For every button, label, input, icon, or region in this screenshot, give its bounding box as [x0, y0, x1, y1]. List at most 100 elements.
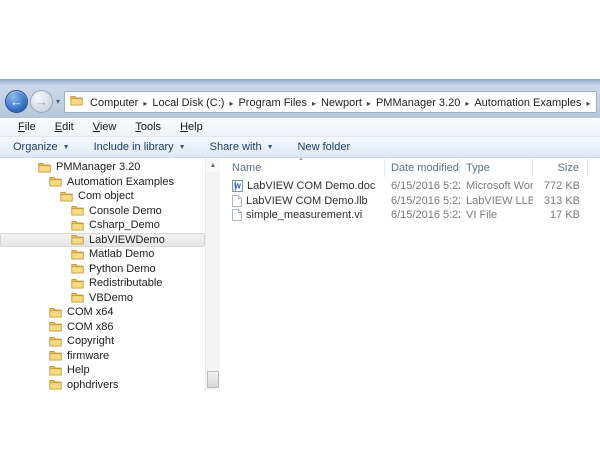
address-folder-icon: [70, 93, 83, 111]
file-date-modified: 6/15/2016 5:22 ...: [385, 209, 460, 221]
toolbar-new-folder-button[interactable]: New folder: [298, 141, 351, 153]
tree-item-label: Python Demo: [89, 263, 156, 275]
column-header-name[interactable]: Name: [230, 159, 385, 176]
tree-item-pmmanager-3-20[interactable]: PMManager 3.20: [0, 160, 205, 175]
tree-item-label: Copyright: [67, 335, 114, 347]
file-name-label: simple_measurement.vi: [246, 209, 362, 221]
tree-item-labviewdemo[interactable]: LabVIEWDemo: [0, 233, 205, 248]
word-document-icon: W: [232, 180, 243, 192]
file-row-labview-com-demo-doc[interactable]: WLabVIEW COM Demo.doc6/15/2016 5:22 ...M…: [230, 179, 600, 194]
file-name: W LabVIEW COM Demo.doc: [230, 180, 385, 192]
scroll-up-arrow-icon[interactable]: ▲: [206, 158, 220, 172]
breadcrumb: Computer▸Local Disk (C:)▸Program Files▸N…: [86, 93, 597, 111]
folder-icon: [71, 292, 84, 303]
folder-icon: [70, 93, 83, 111]
file-icon: [232, 209, 242, 221]
tree-item-label: Redistributable: [89, 277, 162, 289]
file-list-panel: ▲ Name Date modified Type Size WLabVIEW …: [220, 158, 600, 390]
tree-item-vbdemo[interactable]: VBDemo: [0, 291, 205, 306]
folder-icon: [71, 205, 84, 216]
tree-item-com-x86[interactable]: COM x86: [0, 320, 205, 335]
toolbar-include-in-library-button[interactable]: Include in library▼: [94, 141, 186, 153]
tree-item-label: PMManager 3.20: [56, 161, 140, 173]
menu-bar: FileEditViewToolsHelp: [0, 118, 600, 137]
tree-item-redistributable[interactable]: Redistributable: [0, 276, 205, 291]
folder-icon: [49, 379, 62, 390]
scrollbar-thumb[interactable]: [207, 371, 219, 388]
menu-file[interactable]: File: [9, 121, 46, 133]
menu-edit[interactable]: Edit: [46, 121, 84, 133]
forward-button[interactable]: →: [30, 90, 53, 113]
tree-item-console-demo[interactable]: Console Demo: [0, 204, 205, 219]
tree-item-help[interactable]: Help: [0, 363, 205, 378]
file-type: VI File: [460, 209, 533, 221]
breadcrumb-segment-com-object[interactable]: Com object: [591, 97, 597, 109]
tree-item-label: Csharp_Demo: [89, 219, 160, 231]
dropdown-caret-icon: ▼: [267, 144, 274, 151]
navigation-bar: ← → ▾ Computer▸Local Disk (C:)▸Program F…: [0, 85, 600, 118]
breadcrumb-segment-pmmanager-3-20[interactable]: PMManager 3.20: [372, 97, 464, 109]
menu-tools[interactable]: Tools: [126, 121, 171, 133]
dropdown-caret-icon: ▼: [63, 144, 70, 151]
tree-item-label: Console Demo: [89, 205, 162, 217]
file-list-header: ▲ Name Date modified Type Size: [230, 159, 600, 176]
file-name-label: LabVIEW COM Demo.doc: [247, 180, 375, 192]
breadcrumb-segment-computer[interactable]: Computer: [86, 97, 142, 109]
breadcrumb-segment-local-disk-c[interactable]: Local Disk (C:): [148, 97, 228, 109]
tree-item-python-demo[interactable]: Python Demo: [0, 262, 205, 277]
folder-icon: [49, 321, 62, 332]
column-header-size[interactable]: Size: [533, 159, 588, 176]
column-header-type[interactable]: Type: [460, 159, 533, 176]
file-size: 313 KB: [533, 195, 588, 207]
tree-item-copyright[interactable]: Copyright: [0, 334, 205, 349]
toolbar-button-label: Share with: [210, 141, 262, 153]
folder-icon: [49, 365, 62, 376]
menu-view[interactable]: View: [84, 121, 127, 133]
file-type: LabVIEW LLB: [460, 195, 533, 207]
folder-icon: [60, 191, 73, 202]
menu-help[interactable]: Help: [171, 121, 213, 133]
file-row-labview-com-demo-llb[interactable]: LabVIEW COM Demo.llb 6/15/2016 5:22 ...La…: [230, 194, 600, 209]
toolbar-button-label: Organize: [13, 141, 58, 153]
toolbar-organize-button[interactable]: Organize ▼: [13, 141, 70, 153]
content-area: PMManager 3.20 Automation ExamplesCom obj…: [0, 158, 600, 390]
breadcrumb-segment-program-files[interactable]: Program Files: [234, 97, 310, 109]
file-name: simple_measurement.vi: [230, 209, 385, 221]
address-bar[interactable]: Computer▸Local Disk (C:)▸Program Files▸N…: [64, 91, 597, 113]
tree-item-com-object[interactable]: Com object: [0, 189, 205, 204]
breadcrumb-segment-newport[interactable]: Newport: [317, 97, 366, 109]
explorer-window: ← → ▾ Computer▸Local Disk (C:)▸Program F…: [0, 79, 600, 390]
tree-item-label: Help: [67, 364, 90, 376]
column-header-date-modified[interactable]: Date modified: [385, 159, 460, 176]
command-toolbar: Organize ▼ Include in library▼ Share with ▼ N…: [0, 137, 600, 158]
breadcrumb-segment-automation-examples[interactable]: Automation Examples: [470, 97, 585, 109]
folder-icon: [49, 176, 62, 187]
folder-icon: [49, 350, 62, 361]
history-dropdown-caret-icon[interactable]: ▾: [53, 97, 64, 106]
folder-icon: [71, 263, 84, 274]
file-name-label: LabVIEW COM Demo.llb: [246, 195, 368, 207]
tree-item-firmware[interactable]: firmware: [0, 349, 205, 364]
toolbar-share-with-button[interactable]: Share with ▼: [210, 141, 274, 153]
folder-icon: [71, 220, 84, 231]
folder-icon: [38, 162, 51, 173]
tree-item-com-x64[interactable]: COM x64: [0, 305, 205, 320]
tree-item-matlab-demo[interactable]: Matlab Demo: [0, 247, 205, 262]
tree-item-ophdrivers[interactable]: ophdrivers: [0, 378, 205, 391]
folder-icon: [71, 249, 84, 260]
back-arrow-icon: ←: [6, 91, 27, 112]
file-rows: WLabVIEW COM Demo.doc6/15/2016 5:22 ...M…: [230, 179, 600, 223]
file-date-modified: 6/15/2016 5:22 ...: [385, 195, 460, 207]
back-button[interactable]: ←: [5, 90, 28, 113]
file-row-simple-measurement-vi[interactable]: simple_measurement.vi 6/15/2016 5:22 ...V…: [230, 208, 600, 223]
tree-scrollbar[interactable]: ▲: [205, 158, 220, 390]
tree-item-automation-examples[interactable]: Automation Examples: [0, 175, 205, 190]
tree-item-label: firmware: [67, 350, 109, 362]
tree-item-csharp-demo[interactable]: Csharp_Demo: [0, 218, 205, 233]
file-size: 772 KB: [533, 180, 588, 192]
forward-arrow-icon: →: [31, 91, 52, 112]
toolbar-button-label: New folder: [298, 141, 351, 153]
file-name: LabVIEW COM Demo.llb: [230, 195, 385, 207]
tree-item-label: COM x64: [67, 306, 113, 318]
file-icon: [232, 195, 242, 207]
